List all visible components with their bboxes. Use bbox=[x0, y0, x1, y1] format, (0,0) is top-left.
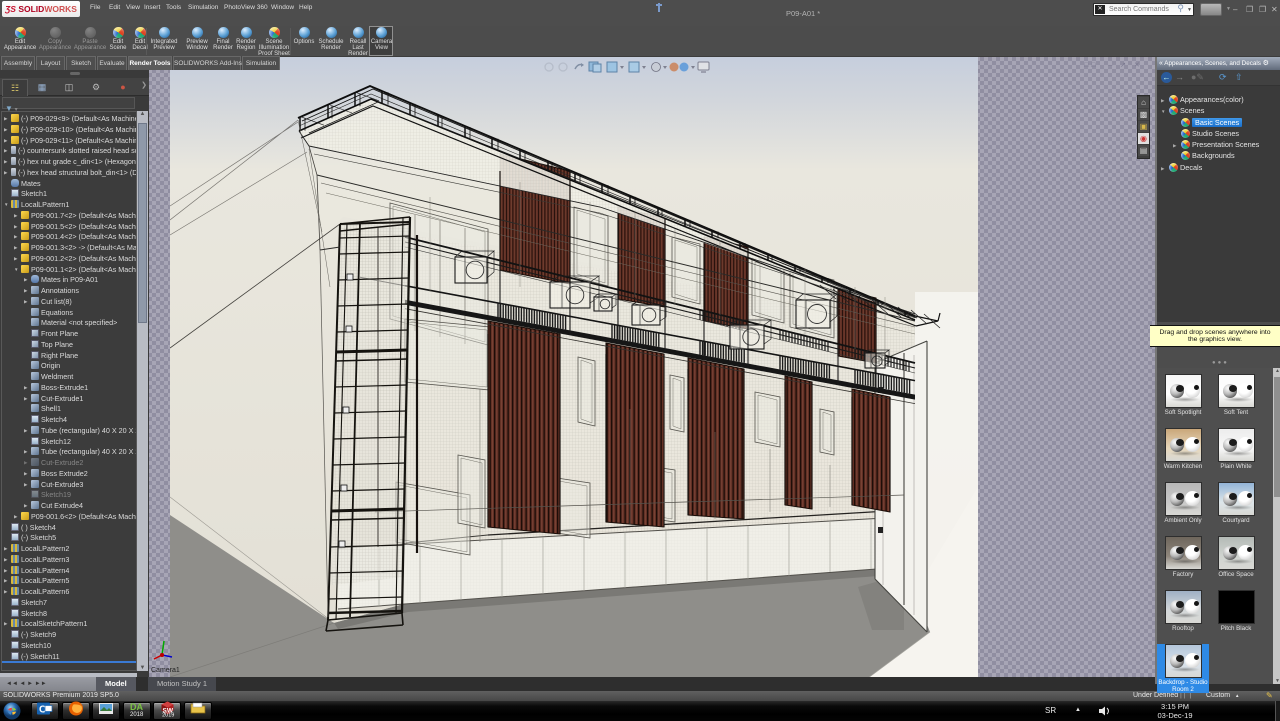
svg-text:DA: DA bbox=[130, 702, 143, 712]
svg-text:2019: 2019 bbox=[162, 713, 174, 717]
svg-text:2018: 2018 bbox=[130, 712, 144, 716]
